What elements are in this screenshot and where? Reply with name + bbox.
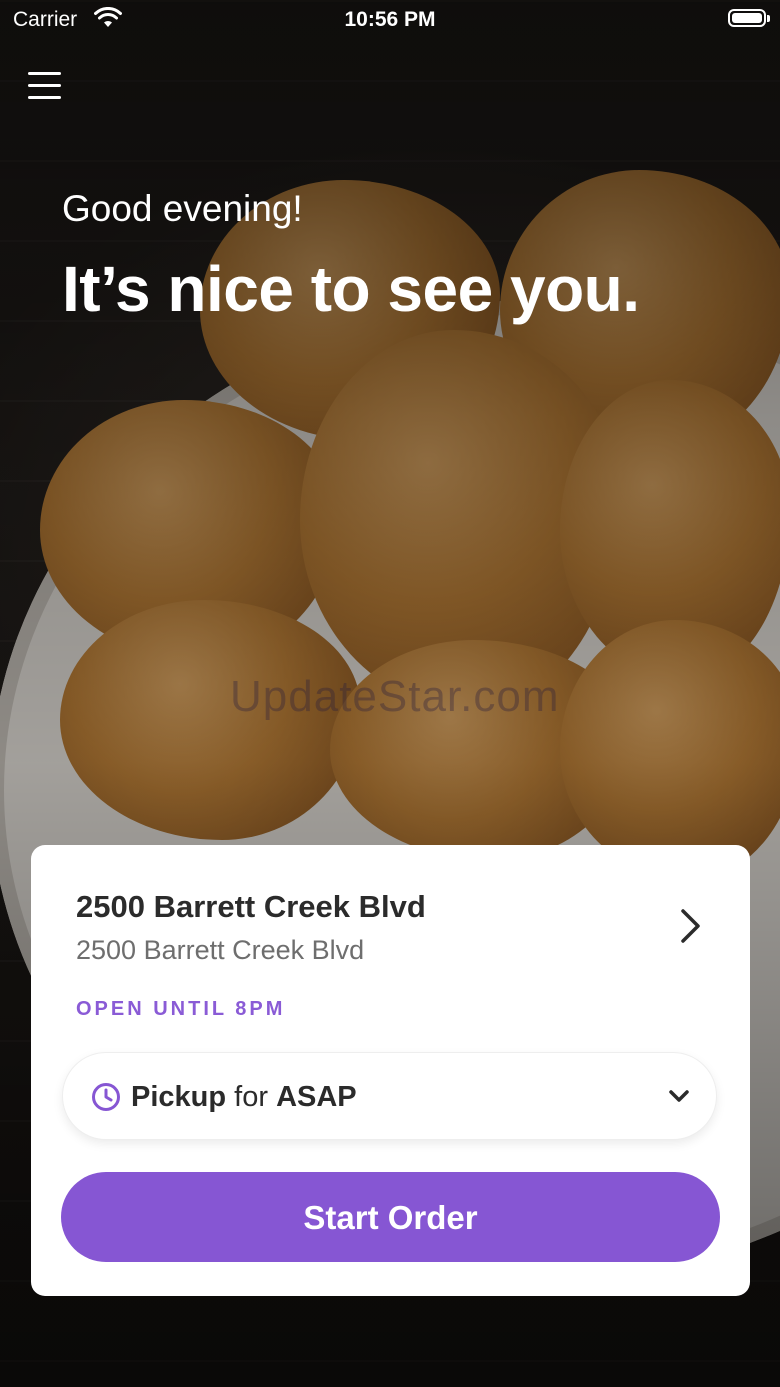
watermark-text: UpdateStar.com	[230, 672, 560, 721]
location-name[interactable]: 2500 Barrett Creek Blvd	[76, 889, 426, 925]
battery-icon	[728, 9, 766, 27]
open-hours-label: OPEN UNTIL 8PM	[76, 998, 286, 1020]
pickup-time: ASAP	[276, 1081, 357, 1113]
headline-text: It’s nice to see you.	[62, 253, 640, 325]
chevron-right-icon[interactable]	[679, 907, 703, 945]
greeting-text: Good evening!	[62, 188, 303, 229]
pickup-connector: for	[234, 1081, 268, 1113]
pickup-mode: Pickup	[131, 1081, 227, 1113]
status-bar: Carrier 10:56 PM	[0, 0, 780, 40]
chevron-down-icon	[669, 1090, 689, 1102]
location-address: 2500 Barrett Creek Blvd	[76, 935, 365, 965]
hamburger-menu-icon[interactable]	[28, 72, 62, 106]
pickup-label: Pickup for ASAP	[131, 1081, 357, 1114]
status-time: 10:56 PM	[344, 8, 436, 31]
location-card: 2500 Barrett Creek Blvd 2500 Barrett Cre…	[31, 845, 750, 1296]
start-order-button[interactable]: Start Order	[61, 1172, 720, 1262]
clock-icon	[92, 1083, 120, 1111]
pickup-time-selector[interactable]: Pickup for ASAP	[62, 1052, 717, 1140]
